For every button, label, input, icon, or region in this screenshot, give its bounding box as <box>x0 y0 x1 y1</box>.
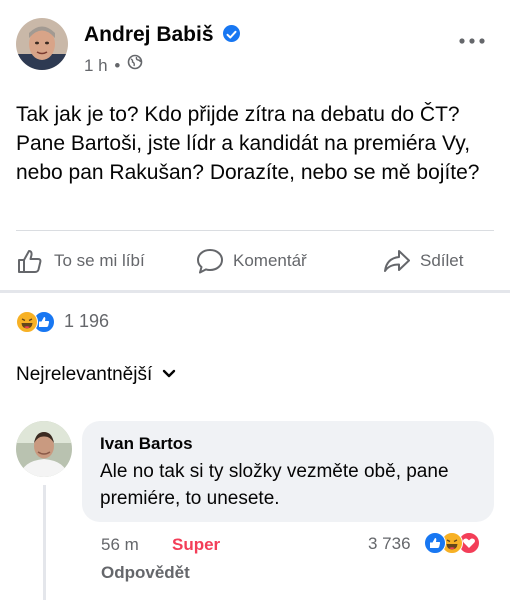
reaction-count: 1 196 <box>64 311 110 331</box>
globe-icon <box>127 54 143 75</box>
haha-icon <box>16 311 38 333</box>
comment-reaction-label[interactable]: Super <box>172 535 220 555</box>
like-button[interactable]: To se mi líbí <box>16 246 145 276</box>
reactions-summary[interactable]: 1 196 <box>16 309 156 333</box>
thread-line <box>43 485 46 600</box>
author-name[interactable]: Andrej Babiš <box>84 23 241 47</box>
share-button[interactable]: Sdílet <box>382 246 463 276</box>
share-icon <box>382 247 412 275</box>
sort-label: Nejrelevantnější <box>16 364 153 385</box>
commenter-avatar[interactable] <box>16 421 72 477</box>
share-label: Sdílet <box>420 251 464 270</box>
reply-button[interactable]: Odpovědět <box>101 563 190 583</box>
comment-reactions[interactable]: 3 736 <box>368 531 496 557</box>
sort-dropdown[interactable]: Nejrelevantnější <box>16 362 176 388</box>
action-divider-top <box>16 230 494 231</box>
post-text: Tak jak je to? Kdo přijde zítra na debat… <box>16 103 480 184</box>
author-avatar[interactable] <box>16 18 68 70</box>
comment-text: Ale no tak si ty složky vezměte obě, pan… <box>100 461 449 509</box>
comment-icon <box>195 247 225 275</box>
meta-separator: • <box>114 56 121 75</box>
post-time[interactable]: 1 h <box>84 56 108 75</box>
verified-badge-icon <box>223 24 241 42</box>
like-label: To se mi líbí <box>54 251 145 270</box>
like-icon <box>424 532 446 554</box>
comment-time[interactable]: 56 m <box>101 535 139 555</box>
chevron-down-icon <box>162 366 176 384</box>
section-separator <box>0 290 510 293</box>
comment-reaction-count: 3 736 <box>368 534 411 553</box>
thumbs-up-icon <box>16 247 46 275</box>
post-meta: 1 h • <box>84 54 143 77</box>
comment-bubble[interactable]: Ivan Bartos Ale no tak si ty složky vezm… <box>82 421 494 522</box>
comment-button[interactable]: Komentář <box>195 246 307 276</box>
more-options-icon[interactable] <box>459 32 485 50</box>
comment-label: Komentář <box>233 251 307 270</box>
author-name-text[interactable]: Andrej Babiš <box>84 23 214 46</box>
commenter-name[interactable]: Ivan Bartos <box>100 434 193 454</box>
